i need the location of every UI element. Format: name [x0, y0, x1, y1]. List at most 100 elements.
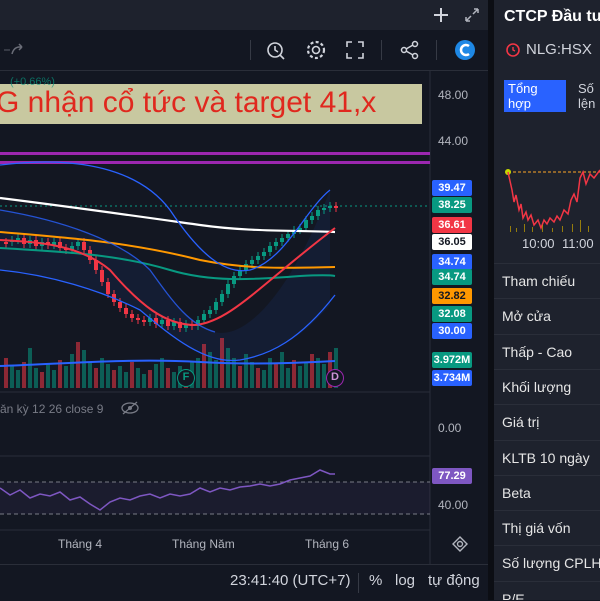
macd-legend[interactable]: ǎn kỳ 12 26 close 9 — [0, 402, 103, 416]
stat-label: P/E — [502, 590, 525, 600]
price-change-label: (+0.66%) — [10, 76, 55, 88]
clock-timezone[interactable]: 23:41:40 (UTC+7) — [230, 572, 350, 589]
volume-bar — [112, 370, 116, 388]
candle[interactable] — [328, 206, 332, 208]
volume-bar — [142, 374, 146, 388]
candle[interactable] — [250, 260, 254, 264]
candle[interactable] — [262, 252, 266, 256]
stat-row[interactable]: Thị giá vốn — [494, 510, 600, 546]
tab-so-lenh[interactable]: Số lện — [574, 80, 600, 112]
stat-row[interactable]: Thấp - Cao — [494, 333, 600, 370]
mini-x-label: 11:00 — [562, 236, 594, 251]
stat-row[interactable]: Beta — [494, 474, 600, 511]
volume-bar — [28, 348, 32, 388]
redo-icon[interactable] — [6, 38, 30, 62]
volume-bar — [262, 370, 266, 388]
volume-bar — [4, 358, 8, 388]
candle[interactable] — [304, 220, 308, 228]
volume-bar — [310, 354, 314, 388]
price-tag: 30.00 — [432, 323, 472, 339]
candle[interactable] — [124, 308, 128, 314]
volume-bar — [226, 348, 230, 388]
candle[interactable] — [118, 302, 122, 308]
ticker-symbol[interactable]: NLG:HSX — [526, 41, 592, 58]
candle[interactable] — [334, 206, 338, 208]
stock-info-panel: CTCP Đầu tư NLG:HSX Tổng hợp Số lện 10:0… — [494, 0, 600, 600]
volume-bar — [304, 362, 308, 388]
volume-bar — [16, 370, 20, 388]
marker-f-icon[interactable]: F — [177, 369, 195, 387]
candle[interactable] — [268, 246, 272, 252]
candle[interactable] — [208, 310, 212, 314]
stat-label: Số lượng CPLH — [502, 555, 600, 572]
candle[interactable] — [136, 318, 140, 320]
stat-row[interactable]: KLTB 10 ngày — [494, 439, 600, 476]
candle[interactable] — [280, 238, 284, 242]
candle[interactable] — [160, 320, 164, 324]
auto-scale-toggle[interactable]: tự động — [428, 572, 480, 589]
hide-eye-icon[interactable] — [120, 400, 140, 416]
stat-row[interactable]: Tham chiếu — [494, 263, 600, 299]
candle[interactable] — [286, 234, 290, 238]
tab-tong-hop[interactable]: Tổng hợp — [504, 80, 566, 112]
volume-bar — [88, 362, 92, 388]
candle[interactable] — [166, 320, 170, 326]
volume-bar — [238, 366, 242, 388]
volume-bar — [256, 368, 260, 388]
candle[interactable] — [142, 320, 146, 322]
candle[interactable] — [76, 242, 80, 246]
price-tag: 36.61 — [432, 217, 472, 233]
toolbar-divider — [436, 40, 437, 60]
candle[interactable] — [214, 302, 218, 310]
candle[interactable] — [274, 242, 278, 246]
candle[interactable] — [16, 238, 20, 240]
stat-row[interactable]: Mở cửa — [494, 298, 600, 334]
time-axis-settings-icon[interactable] — [450, 534, 470, 554]
volume-bar — [40, 372, 44, 388]
chart-canvas[interactable] — [0, 70, 488, 564]
candle[interactable] — [82, 242, 86, 250]
alarm-clock-icon[interactable] — [504, 40, 522, 58]
candle[interactable] — [220, 294, 224, 302]
candle[interactable] — [316, 210, 320, 216]
fullscreen-expand-icon[interactable] — [461, 4, 483, 26]
volume-bar — [124, 372, 128, 388]
stat-row[interactable]: Khối lượng — [494, 368, 600, 405]
annotation-box[interactable]: G nhận cổ tức và target 41,x — [0, 84, 422, 124]
marker-d-icon[interactable]: D — [326, 369, 344, 387]
candle[interactable] — [106, 282, 110, 294]
volume-bar — [148, 370, 152, 388]
candle[interactable] — [202, 314, 206, 320]
toolbar-divider — [250, 40, 251, 60]
add-chart-icon[interactable] — [430, 4, 452, 26]
share-icon[interactable] — [398, 38, 422, 62]
stat-row[interactable]: P/E — [494, 580, 600, 600]
candle[interactable] — [226, 284, 230, 294]
candle[interactable] — [100, 270, 104, 282]
brand-logo-icon[interactable] — [453, 38, 477, 62]
candle[interactable] — [130, 314, 134, 318]
volume-bar — [10, 366, 14, 388]
volume-bar — [202, 344, 206, 388]
price-tag: 32.82 — [432, 288, 472, 304]
alert-clock-icon[interactable] — [264, 38, 288, 62]
tab-label: hợp — [508, 96, 531, 111]
stat-row[interactable]: Giá trị — [494, 404, 600, 440]
stat-label: Tham chiếu — [502, 273, 576, 289]
percent-scale-toggle[interactable]: % — [369, 572, 382, 589]
fullscreen-icon[interactable] — [343, 38, 367, 62]
log-scale-toggle[interactable]: log — [395, 572, 415, 589]
stat-label: Thị giá vốn — [502, 520, 571, 537]
candle[interactable] — [322, 208, 326, 210]
candle[interactable] — [256, 256, 260, 260]
volume-bar — [76, 342, 80, 388]
candle[interactable] — [4, 242, 8, 244]
settings-gear-icon[interactable] — [304, 38, 328, 62]
volume-bar — [70, 354, 74, 388]
intraday-mini-chart[interactable]: 10:00 11:00 — [494, 140, 600, 260]
stat-row[interactable]: Số lượng CPLH — [494, 545, 600, 581]
volume-bar — [274, 364, 278, 388]
price-chart[interactable]: G nhận cổ tức và target 41,x (+0.66%) F … — [0, 70, 488, 564]
candle[interactable] — [310, 216, 314, 220]
resistance-line-top[interactable] — [0, 152, 430, 155]
